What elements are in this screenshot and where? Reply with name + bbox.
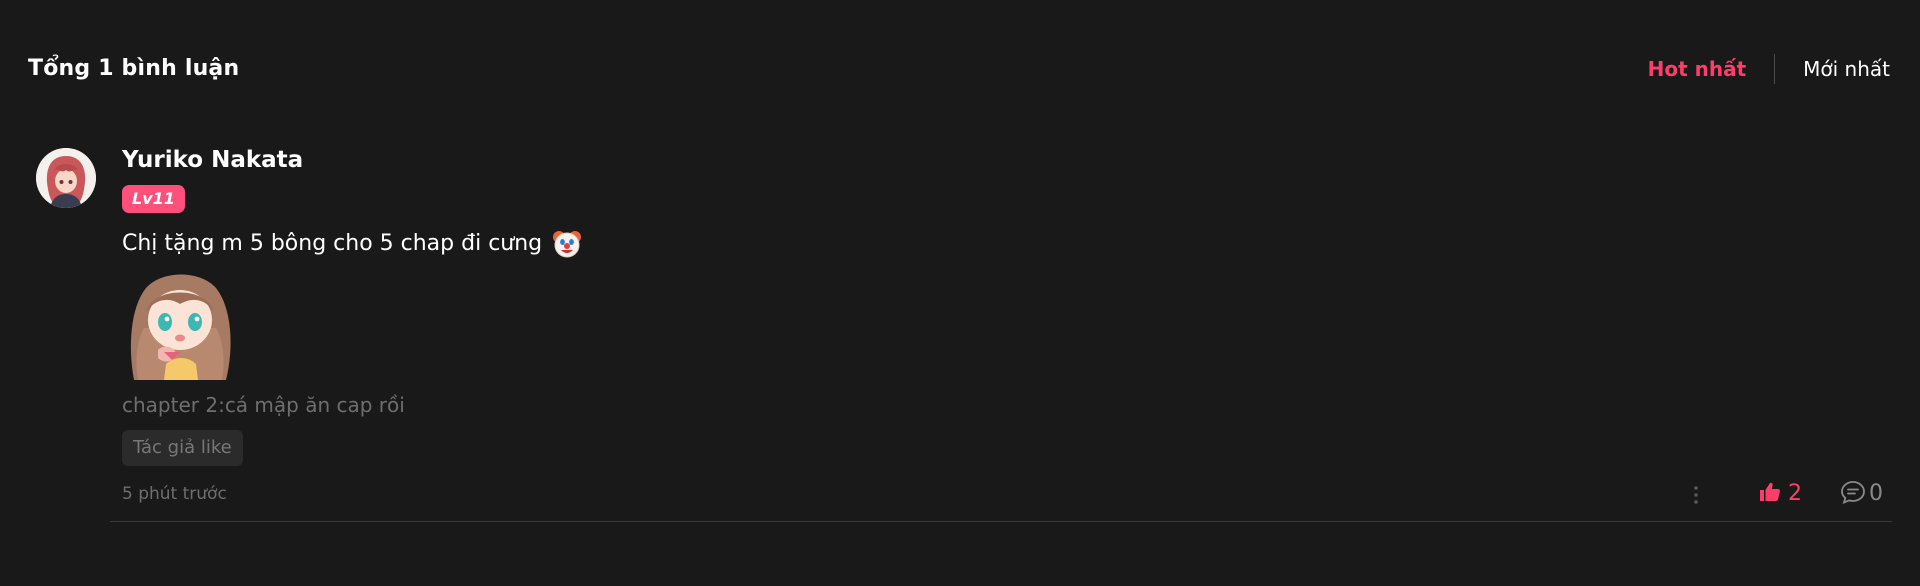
author-like-tag: Tác giả like bbox=[122, 430, 243, 466]
like-count: 2 bbox=[1788, 481, 1802, 506]
like-button[interactable]: 2 bbox=[1758, 479, 1802, 509]
reply-count: 0 bbox=[1869, 481, 1883, 506]
comments-section: Tổng 1 bình luận Hot nhất Mới nhất Yurik… bbox=[0, 0, 1920, 586]
chapter-reference[interactable]: chapter 2:cá mập ăn cap rồi bbox=[122, 390, 405, 420]
divider bbox=[110, 521, 1892, 522]
tab-hot[interactable]: Hot nhất bbox=[1648, 53, 1747, 85]
level-badge: Lv11 bbox=[122, 185, 185, 213]
tab-newest[interactable]: Mới nhất bbox=[1803, 53, 1890, 85]
sort-tabs: Hot nhất Mới nhất bbox=[1648, 53, 1890, 85]
reply-button[interactable]: 0 bbox=[1840, 479, 1883, 509]
more-options-icon[interactable] bbox=[1686, 482, 1706, 508]
speech-bubble-icon bbox=[1840, 479, 1866, 509]
comment-text: Chị tặng m 5 bông cho 5 chap đi cưng bbox=[122, 228, 582, 260]
thumbs-up-icon bbox=[1758, 480, 1782, 508]
sort-divider bbox=[1774, 54, 1776, 84]
clown-face-icon bbox=[552, 229, 582, 259]
avatar[interactable] bbox=[36, 148, 96, 208]
comments-count-title: Tổng 1 bình luận bbox=[28, 56, 240, 81]
anime-girl-sticker bbox=[124, 268, 236, 382]
username[interactable]: Yuriko Nakata bbox=[122, 144, 303, 176]
timestamp: 5 phút trước bbox=[122, 484, 227, 504]
comment-body: Chị tặng m 5 bông cho 5 chap đi cưng bbox=[122, 231, 543, 256]
